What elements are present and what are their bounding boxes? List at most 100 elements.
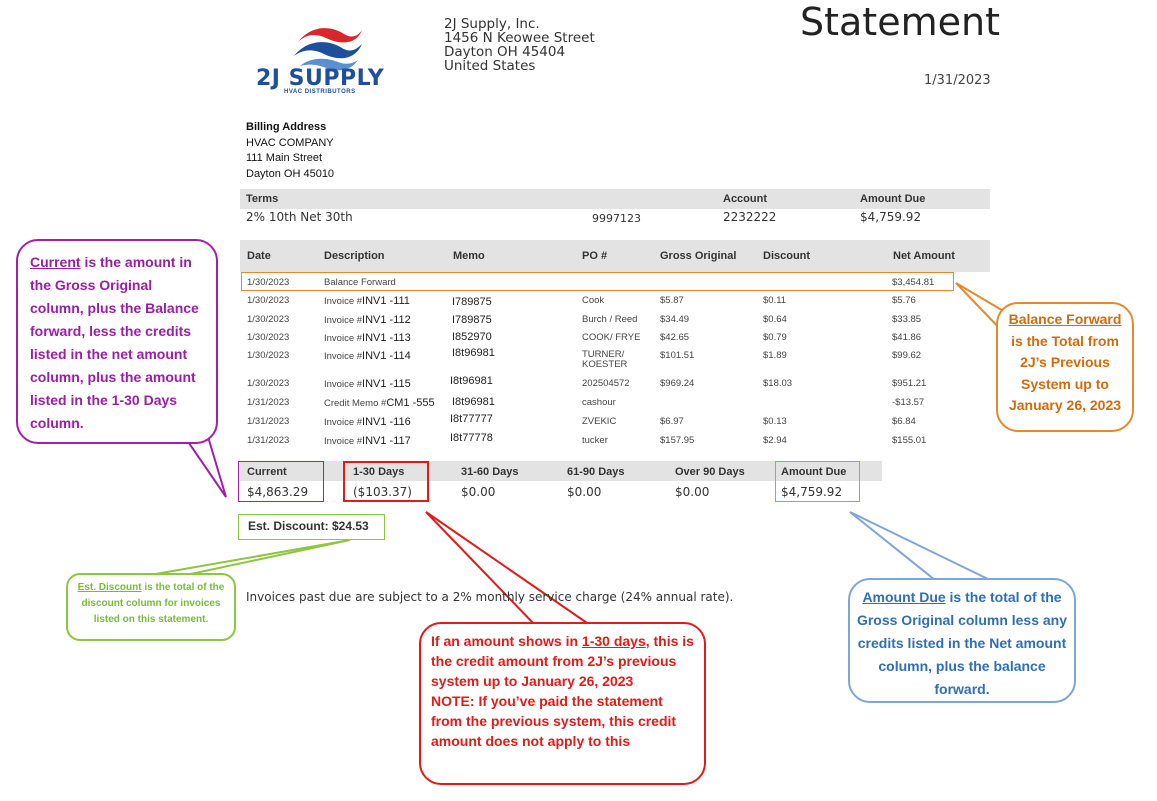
row-description: Credit Memo #CM1 -555 [324, 397, 435, 409]
row-po: tucker [582, 435, 608, 446]
amount-due-pointer [849, 511, 991, 581]
billing-city: Dayton OH 45010 [246, 167, 335, 180]
row-date: 1/30/2023 [247, 378, 290, 389]
current-callout-term: Current [30, 254, 81, 270]
current-highlight [238, 461, 324, 502]
col-gross-original: Gross Original [660, 250, 737, 262]
row-po: cashour [582, 397, 616, 408]
terms-label: Terms [246, 193, 279, 205]
aging-over-90-label: Over 90 Days [675, 466, 745, 478]
billing-heading: Billing Address [246, 121, 327, 133]
col-discount: Discount [763, 250, 811, 262]
row-description: Invoice #INV1 -113 [324, 332, 411, 344]
one-thirty-highlight [343, 461, 429, 502]
balance-forward-callout: Balance Forward is the Total from 2J’s P… [996, 302, 1134, 432]
company-street: 1456 N Keowee Street [444, 30, 595, 46]
row-desc-prefix: Invoice # [324, 379, 363, 390]
aging-over-90-value: $0.00 [675, 485, 710, 499]
terms-extra-value: 9997123 [592, 212, 641, 225]
row-po: COOK/ FRYE [582, 332, 641, 343]
service-charge-note: Invoices past due are subject to a 2% mo… [246, 590, 734, 604]
table-row: 1/30/2023 Invoice #INV1 -112 I789875 Bur… [240, 314, 990, 332]
row-invoice-number: INV1 -112 [362, 314, 411, 326]
row-discount: $0.11 [763, 295, 787, 306]
row-invoice-number: INV1 -114 [362, 350, 411, 362]
aging-61-90-label: 61-90 Days [567, 466, 625, 478]
row-gross: $6.97 [660, 416, 684, 427]
billing-address: Billing Address HVAC COMPANY 111 Main St… [246, 120, 334, 182]
row-description: Balance Forward [324, 277, 396, 288]
amount-due-callout-text: is the total of the Gross Original colum… [856, 589, 1068, 697]
row-description: Invoice #INV1 -116 [324, 416, 411, 428]
row-po-line2: KOESTER [582, 359, 628, 370]
row-invoice-number: CM1 -555 [386, 397, 435, 409]
row-description: Invoice #INV1 -112 [324, 314, 411, 326]
table-row: 1/30/2023 Balance Forward $3,454.81 [240, 277, 990, 295]
row-gross: $101.51 [660, 350, 695, 361]
row-desc-prefix: Invoice # [324, 296, 363, 307]
row-po: Burch / Reed [582, 314, 638, 325]
terms-value: 2% 10th Net 30th [246, 210, 353, 224]
row-memo: I8t77777 [450, 413, 493, 425]
current-callout: Current is the amount in the Gross Origi… [16, 239, 218, 444]
one-thirty-pointer [425, 511, 594, 626]
row-net: $41.86 [892, 332, 922, 343]
row-desc-prefix: Invoice # [324, 436, 363, 447]
est-discount-box: Est. Discount: $24.53 [238, 514, 385, 540]
col-net-amount: Net Amount [893, 250, 955, 262]
row-description: Invoice #INV1 -111 [324, 295, 410, 307]
row-invoice-number: INV1 -115 [362, 378, 411, 390]
row-invoice-number: INV1 -116 [362, 416, 411, 428]
row-date: 1/31/2023 [247, 416, 290, 427]
table-row: 1/31/2023 Credit Memo #CM1 -555 I8t96981… [240, 396, 990, 415]
col-description: Description [324, 250, 385, 262]
account-label: Account [723, 193, 767, 205]
col-date: Date [247, 250, 271, 262]
row-desc-prefix: Invoice # [324, 351, 363, 362]
row-discount: $0.13 [763, 416, 787, 427]
statement-date: 1/31/2023 [924, 73, 991, 88]
col-po: PO # [582, 250, 608, 262]
row-memo: I8t96981 [450, 375, 493, 387]
row-desc-prefix: Credit Memo # [324, 398, 387, 409]
balance-forward-callout-term: Balance Forward [1008, 311, 1122, 327]
one-thirty-callout: If an amount shows in 1-30 days, this is… [419, 622, 706, 785]
row-po: TURNER/KOESTER [582, 350, 627, 370]
row-po: ZVEKIC [582, 416, 617, 427]
row-memo: I8t77778 [450, 432, 493, 444]
row-date: 1/30/2023 [247, 332, 290, 343]
row-desc-prefix: Invoice # [324, 315, 363, 326]
billing-street: 111 Main Street [246, 152, 323, 164]
aging-31-60-label: 31-60 Days [461, 466, 519, 478]
company-country: United States [444, 58, 536, 74]
row-net: $3,454.81 [892, 277, 935, 288]
row-discount: $1.89 [763, 350, 787, 361]
table-row: 1/30/2023 Invoice #INV1 -113 I852970 COO… [240, 331, 990, 350]
amount-due-value: $4,759.92 [860, 210, 922, 224]
row-net: $99.62 [892, 350, 922, 361]
one-thirty-callout-pre: If an amount shows in [431, 633, 582, 649]
company-city: Dayton OH 45404 [444, 44, 566, 60]
row-net: $33.85 [892, 314, 922, 325]
table-row: 1/30/2023 Invoice #INV1 -115 I8t96981 20… [240, 375, 990, 396]
company-address: 2J Supply, Inc. 1456 N Keowee Street Day… [444, 17, 595, 73]
row-date: 1/31/2023 [247, 397, 290, 408]
row-po: 202504572 [582, 378, 630, 389]
row-invoice-number: INV1 -113 [362, 332, 411, 344]
amount-due-highlight [775, 461, 860, 502]
row-net: $6.84 [892, 416, 916, 427]
col-memo: Memo [453, 250, 485, 262]
row-memo: I789875 [452, 314, 492, 326]
account-value: 2232222 [723, 210, 777, 224]
company-name: 2J Supply, Inc. [444, 16, 540, 32]
row-net: $155.01 [892, 435, 927, 446]
row-gross: $157.95 [660, 435, 695, 446]
logo-wordmark: 2J SUPPLY [256, 66, 385, 91]
row-po: Cook [582, 295, 605, 306]
row-description: Invoice #INV1 -115 [324, 378, 411, 390]
row-memo: I789875 [452, 296, 492, 308]
aging-61-90-value: $0.00 [567, 485, 602, 499]
row-net: $951.21 [892, 378, 927, 389]
row-memo: I852970 [452, 331, 492, 343]
table-row: 1/31/2023 Invoice #INV1 -117 I8t77778 tu… [240, 432, 990, 453]
